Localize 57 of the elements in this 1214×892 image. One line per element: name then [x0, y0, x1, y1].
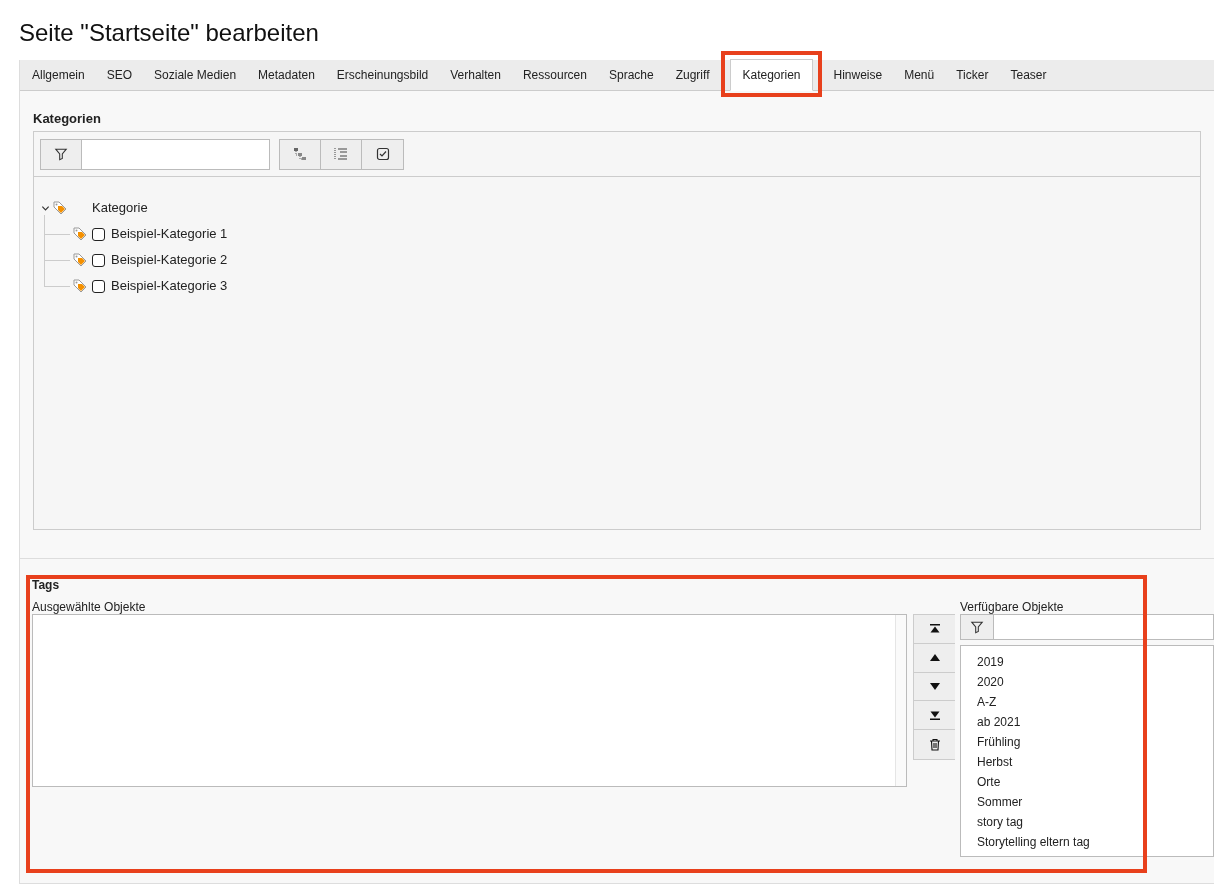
filter-icon [970, 620, 984, 634]
tab[interactable]: Verhalten [439, 59, 512, 90]
list-option[interactable]: ab 2021 [977, 713, 1213, 733]
trash-icon [928, 738, 941, 752]
available-filter-field[interactable] [960, 614, 1214, 640]
list-option[interactable]: A-Z [977, 693, 1213, 713]
list-option[interactable]: 2019 [977, 653, 1213, 673]
filter-icon [54, 147, 68, 161]
list-option[interactable]: story tag [977, 813, 1213, 833]
tab[interactable]: Allgemein [21, 59, 96, 90]
tab[interactable]: Metadaten [247, 59, 326, 90]
tree-node-label[interactable]: Beispiel-Kategorie 2 [111, 250, 228, 270]
move-down-button[interactable] [914, 672, 955, 702]
list-option[interactable]: Frühling [977, 733, 1213, 753]
checkbox[interactable] [92, 227, 105, 241]
tab[interactable]: Soziale Medien [143, 59, 248, 90]
tree-node-label[interactable]: Kategorie [92, 198, 148, 218]
section-heading: Kategorien [33, 110, 102, 128]
tag-icon [72, 252, 88, 268]
delete-button[interactable] [914, 730, 955, 759]
tree-icon [293, 147, 307, 161]
tab[interactable]: Menü [893, 59, 946, 90]
tab[interactable]: Teaser [999, 59, 1058, 90]
move-bottom-button[interactable] [914, 701, 955, 731]
tab[interactable]: Erscheinungsbild [325, 59, 440, 90]
move-bottom-icon [929, 710, 940, 721]
tab[interactable]: SEO [95, 59, 144, 90]
tab[interactable]: Kategorien [730, 59, 813, 91]
list-option[interactable]: Orte [977, 773, 1213, 793]
tab[interactable]: Ticker [945, 59, 1000, 90]
list-option[interactable]: Storytelling eltern tag [977, 833, 1213, 853]
move-top-button[interactable] [914, 615, 955, 644]
field-label: Ausgewählte Objekte [32, 599, 147, 614]
move-top-icon [929, 623, 940, 634]
tab[interactable]: Ressourcen [511, 59, 598, 90]
move-up-button[interactable] [914, 643, 955, 673]
down-triangle-icon [929, 683, 940, 690]
page-title: Seite "Startseite" bearbeiten [19, 18, 320, 48]
tree-node-label[interactable]: Beispiel-Kategorie 1 [111, 224, 228, 244]
up-triangle-icon [929, 654, 940, 662]
field-label: Verfügbare Objekte [960, 599, 1065, 614]
tag-icon [72, 226, 88, 242]
tag-icon [72, 278, 88, 294]
tab[interactable]: Hinweise [822, 59, 894, 90]
tab[interactable]: Zugriff [664, 59, 721, 90]
list-icon [334, 147, 348, 161]
tree-node-label[interactable]: Beispiel-Kategorie 3 [111, 276, 228, 296]
checkbox[interactable] [92, 253, 105, 267]
tag-icon [52, 200, 68, 216]
section-heading: Tags [32, 577, 61, 594]
list-option[interactable]: Sommer [977, 793, 1213, 813]
list-option[interactable]: Herbst [977, 753, 1213, 773]
list-option[interactable]: 2020 [977, 673, 1213, 693]
checkbox[interactable] [92, 279, 105, 293]
filter-field[interactable] [40, 138, 270, 170]
checkbox-icon [375, 147, 390, 161]
tab[interactable]: Sprache [597, 59, 665, 90]
